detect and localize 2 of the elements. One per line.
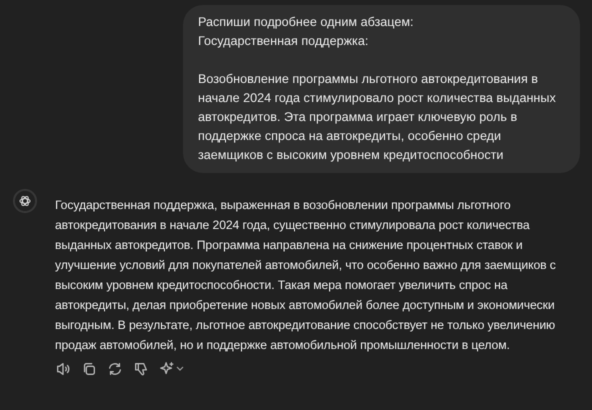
user-message: Распиши подробнее одним абзацем: Государственная поддержка: Возобновление программы льготного автокредитования в начале 2024 года стимулировало рост количества выданных автокредитов. Эта программа играет ключевую роль в поддержке спроса на автокредиты, особенно среди заемщиков с высоким уровнем кредитоспособности: [183, 5, 580, 173]
assistant-message: Государственная поддержка, выраженная в возобновлении программы льготного автокредитования в начале 2024 года, существенно стимулировала рост количества выданных автокредитов. Программа направлена на снижение процентных ставок и улучшение условий для покупателей автомобилей, что особенно важно для заемщиков с высоким уровнем кредитоспособности. Такая мера помогает увеличить спрос на автокредиты, делая приобретение новых автомобилей более доступным и экономически выгодным. В результате, льготное автокредитование способствует не только увеличению продаж автомобилей, но и поддержке автомобильной промышленности в целом.: [55, 197, 557, 354]
